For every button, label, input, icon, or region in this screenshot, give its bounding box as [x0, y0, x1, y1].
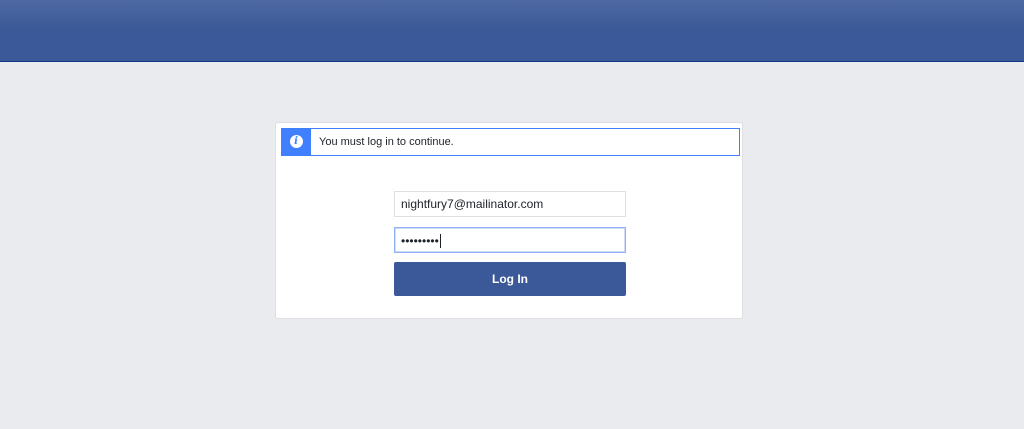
email-field-value: nightfury7@mailinator.com — [401, 197, 544, 211]
notice-message: You must log in to continue. — [319, 136, 454, 148]
login-button[interactable]: Log In — [394, 262, 626, 296]
login-card: i You must log in to continue. nightfury… — [275, 122, 743, 319]
password-field-value: ••••••••• — [401, 233, 439, 248]
info-icon: i — [289, 135, 303, 148]
text-cursor — [439, 233, 441, 248]
notice-icon-container: i — [281, 127, 311, 156]
email-field[interactable]: nightfury7@mailinator.com — [394, 191, 626, 217]
login-required-notice: i You must log in to continue. — [281, 127, 740, 156]
top-navigation-bar — [0, 0, 1024, 62]
password-field[interactable]: ••••••••• — [394, 227, 626, 253]
